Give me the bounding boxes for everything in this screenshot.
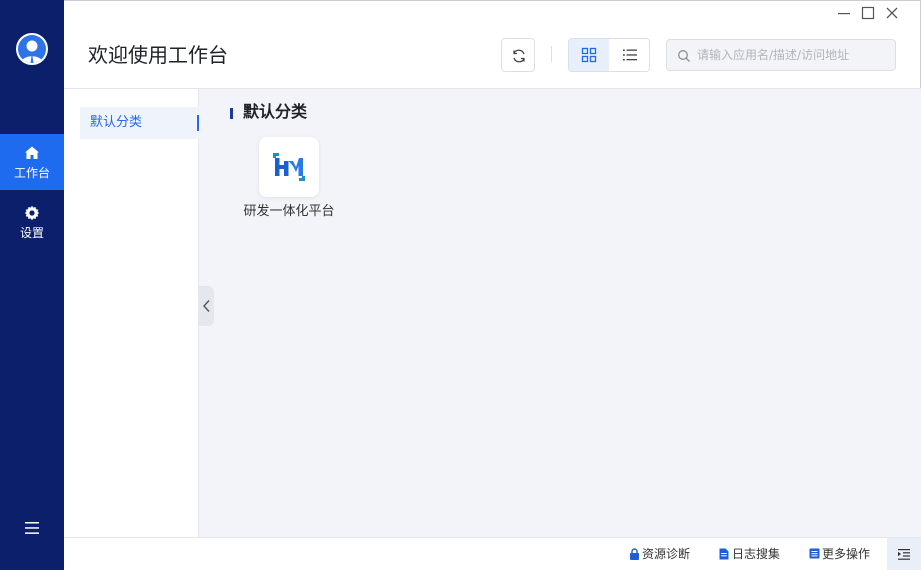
log-collection-label: 日志搜集	[732, 547, 781, 561]
more-actions-button[interactable]: 更多操作	[809, 546, 871, 562]
list-view-icon	[623, 49, 637, 61]
minimize-icon[interactable]	[835, 4, 853, 22]
left-navigation: 工作台 设置	[0, 0, 64, 570]
search-icon	[678, 50, 690, 62]
refresh-icon	[513, 49, 525, 63]
app-icon-tile	[259, 137, 319, 197]
category-item-label: 默认分类	[90, 115, 143, 130]
toolbar-toggle-button[interactable]	[887, 538, 921, 570]
section-title-marker	[230, 108, 233, 119]
nav-item-label: 设置	[19, 226, 44, 240]
close-icon[interactable]	[883, 4, 901, 22]
collapse-panel-button[interactable]	[199, 286, 214, 326]
app-name: 研发一体化平台	[243, 204, 335, 219]
refresh-button[interactable]	[501, 38, 535, 72]
hm-logo-icon	[273, 153, 305, 181]
list-box-icon	[809, 548, 820, 559]
search-input[interactable]	[697, 40, 893, 70]
search-box	[666, 39, 896, 71]
log-collection-button[interactable]: 日志搜集	[719, 546, 781, 562]
maximize-icon[interactable]	[859, 4, 877, 22]
home-icon	[25, 146, 39, 159]
category-item-default[interactable]: 默认分类	[80, 107, 199, 139]
section-title: 默认分类	[243, 102, 308, 121]
main-content: 默认分类 研发一体化平台	[199, 89, 921, 537]
user-avatar[interactable]	[16, 33, 48, 65]
indent-icon	[898, 549, 910, 560]
lock-icon	[630, 548, 639, 560]
page-title: 欢迎使用工作台	[88, 43, 228, 67]
category-panel: 默认分类	[64, 89, 199, 537]
resource-diagnosis-label: 资源诊断	[642, 547, 691, 561]
chevron-left-icon	[203, 300, 210, 312]
grid-view-icon	[581, 47, 597, 63]
document-icon	[719, 548, 729, 560]
view-mode-toggle	[568, 38, 650, 72]
nav-item-label: 工作台	[13, 166, 50, 180]
more-actions-label: 更多操作	[822, 547, 871, 561]
user-icon	[18, 35, 46, 63]
hamburger-menu-icon[interactable]	[23, 520, 41, 536]
bottom-toolbar: 资源诊断 日志搜集 更多操作	[64, 537, 921, 570]
nav-item-settings[interactable]: 设置	[0, 194, 64, 250]
grid-view-button[interactable]	[569, 39, 609, 71]
nav-item-workbench[interactable]: 工作台	[0, 134, 64, 190]
gear-icon	[24, 205, 40, 221]
resource-diagnosis-button[interactable]: 资源诊断	[629, 546, 691, 562]
list-view-button[interactable]	[610, 39, 649, 71]
header-divider	[551, 46, 552, 62]
app-card[interactable]: 研发一体化平台	[235, 137, 343, 227]
